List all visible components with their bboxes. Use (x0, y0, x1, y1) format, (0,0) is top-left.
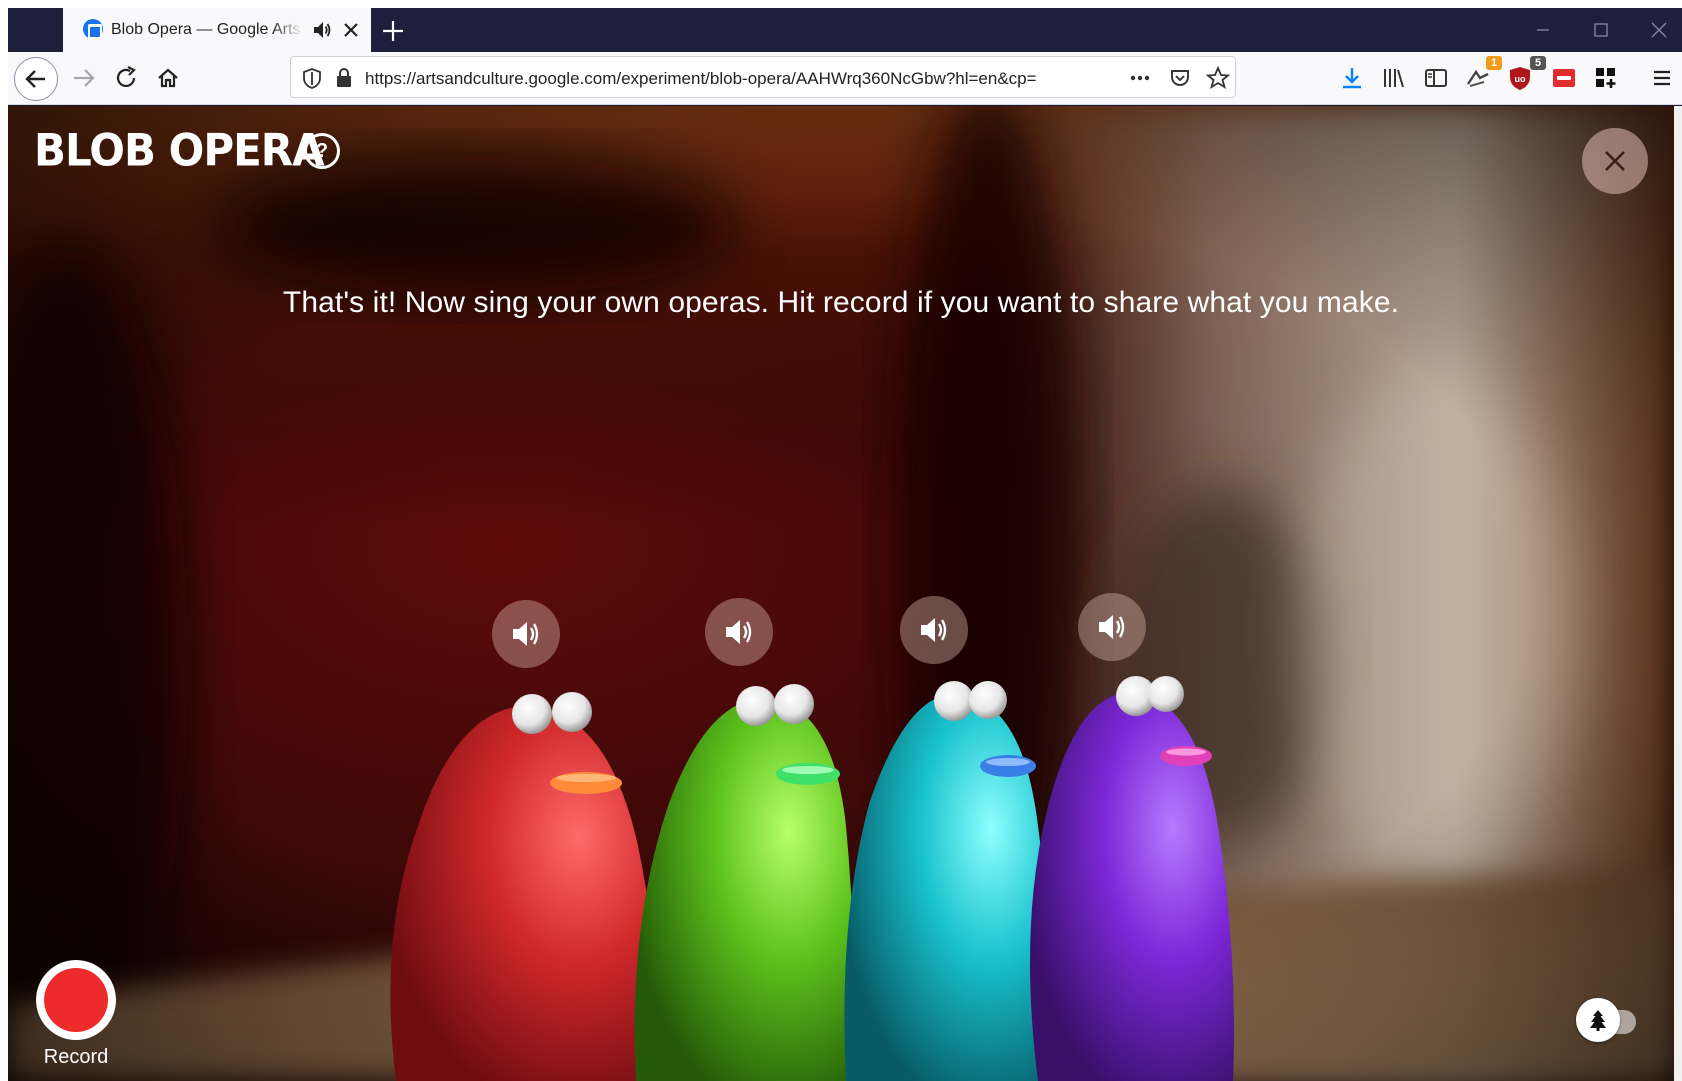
pocket-icon[interactable] (1167, 65, 1193, 91)
lock-icon[interactable] (331, 65, 357, 91)
tracking-shield-icon[interactable] (299, 65, 325, 91)
url-fade (1071, 65, 1127, 91)
speaker-icon (513, 622, 539, 646)
forward-arrow-icon[interactable] (64, 58, 104, 98)
maximize-icon[interactable] (1584, 16, 1618, 44)
close-icon (1605, 151, 1625, 171)
speaker-icon (726, 620, 752, 644)
record-button[interactable] (36, 960, 116, 1040)
google-arts-culture-icon (83, 19, 103, 39)
record-label: Record (43, 1046, 109, 1068)
christmas-mode-toggle[interactable] (1576, 998, 1640, 1044)
speaker-icon (921, 618, 947, 642)
extension-red-icon[interactable] (1550, 64, 1578, 92)
record-icon (44, 968, 108, 1032)
back-button[interactable] (14, 57, 58, 101)
sidebar-icon[interactable] (1422, 64, 1450, 92)
tree-icon (1590, 1010, 1606, 1031)
help-button[interactable]: ? (304, 133, 340, 169)
blob-opera-stage[interactable]: BLOB OPERA ? That's it! Now sing your ow… (8, 106, 1674, 1081)
toggle-knob (1576, 998, 1620, 1042)
navigation-toolbar: https://artsandculture.google.com/experi… (8, 52, 1682, 105)
green-blob-speaker-button[interactable] (705, 598, 773, 666)
extension-grid-icon[interactable] (1592, 64, 1620, 92)
ublock-badge: 5 (1530, 56, 1546, 70)
more-actions-icon[interactable] (1127, 65, 1153, 91)
page-scrollbar[interactable] (1674, 106, 1682, 1081)
url-text: https://artsandculture.google.com/experi… (365, 69, 1037, 88)
close-icon[interactable] (1642, 16, 1676, 44)
close-button[interactable] (1582, 128, 1648, 194)
url-bar[interactable]: https://artsandculture.google.com/experi… (290, 56, 1236, 98)
stage-background (8, 106, 1674, 1081)
svg-text:uo: uo (1515, 74, 1526, 84)
red-blob-speaker-button[interactable] (492, 600, 560, 668)
blob-opera-logo: BLOB OPERA (34, 124, 325, 177)
plus-icon[interactable] (378, 16, 408, 46)
instruction-text: That's it! Now sing your own operas. Hit… (282, 286, 1400, 319)
download-icon[interactable] (1338, 64, 1366, 92)
library-icon[interactable] (1380, 64, 1408, 92)
speaker-icon[interactable] (311, 19, 333, 41)
back-arrow-icon (25, 70, 45, 88)
tab-title: Blob Opera — Google Arts & Culture (111, 21, 303, 39)
tab-blob-opera[interactable]: Blob Opera — Google Arts & Culture (63, 8, 371, 52)
reload-icon[interactable] (106, 58, 146, 98)
menu-icon[interactable] (1648, 64, 1676, 92)
home-icon[interactable] (148, 58, 188, 98)
cyan-blob-speaker-button[interactable] (900, 596, 968, 664)
speaker-icon (1099, 615, 1125, 639)
tab-strip: Blob Opera — Google Arts & Culture (8, 8, 1682, 52)
bookmark-star-icon[interactable] (1205, 65, 1231, 91)
extension-badge: 1 (1486, 56, 1502, 70)
minimize-icon[interactable] (1526, 16, 1560, 44)
browser-window: Blob Opera — Google Arts & Culture (8, 8, 1682, 1081)
purple-blob-speaker-button[interactable] (1078, 593, 1146, 661)
close-icon[interactable] (339, 18, 363, 42)
